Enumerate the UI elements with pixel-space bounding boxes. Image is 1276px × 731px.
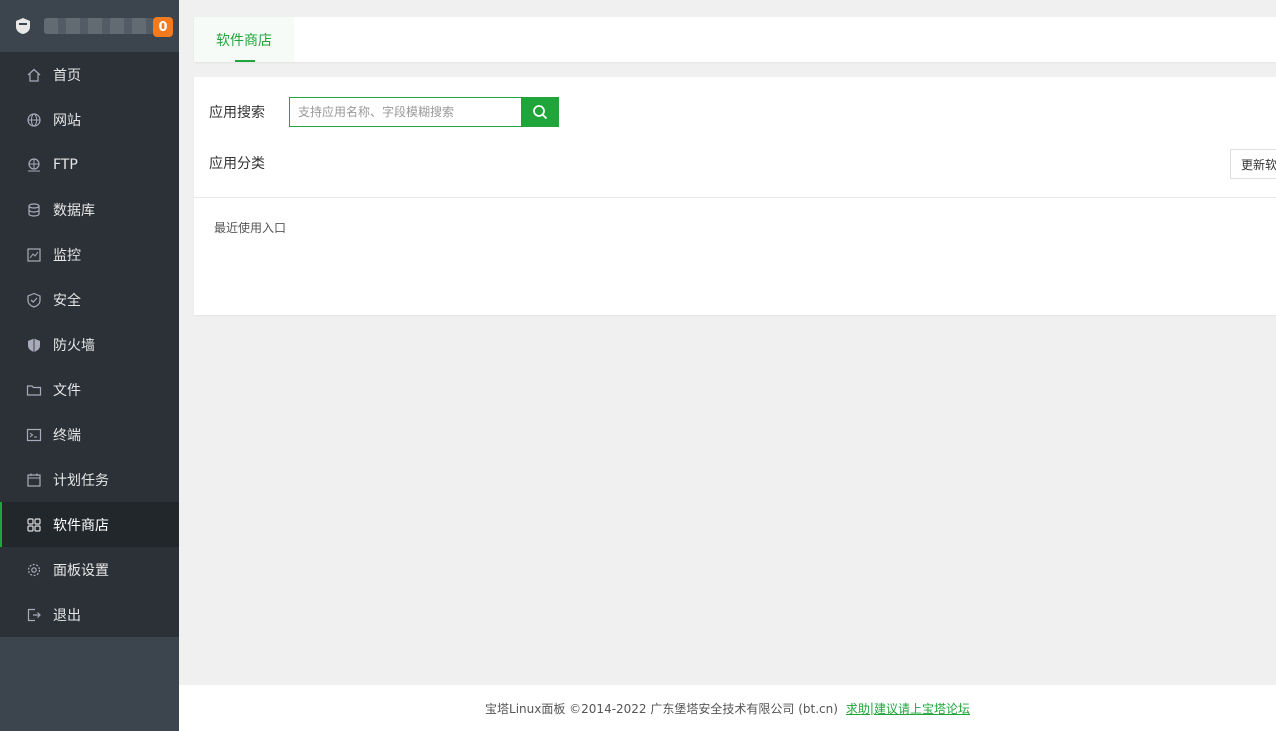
- search-row: 应用搜索: [209, 97, 559, 127]
- footer-forum-link[interactable]: 建议请上宝塔论坛: [874, 700, 970, 717]
- brand-header: 0: [0, 0, 179, 52]
- sidebar-item-label: 安全: [53, 292, 81, 309]
- sidebar-item-app-store[interactable]: 软件商店: [0, 502, 179, 547]
- sidebar-item-firewall[interactable]: 防火墙: [0, 322, 179, 367]
- home-icon: [25, 66, 43, 84]
- database-icon: [25, 201, 43, 219]
- sidebar-item-label: 网站: [53, 112, 81, 129]
- sidebar-item-settings[interactable]: 面板设置: [0, 547, 179, 592]
- notification-badge[interactable]: 0: [153, 17, 173, 37]
- grid-icon: [25, 516, 43, 534]
- sidebar: 0 首页 网站 FTP 数据库 监控 安全 防火墙 文件 终端 计划任务 软件商…: [0, 0, 179, 731]
- footer: 宝塔Linux面板 ©2014-2022 广东堡塔安全技术有限公司 (bt.cn…: [179, 685, 1276, 731]
- divider: [194, 197, 1276, 198]
- sidebar-item-logout[interactable]: 退出: [0, 592, 179, 637]
- sidebar-item-security[interactable]: 安全: [0, 277, 179, 322]
- footer-help-link[interactable]: 求助: [846, 700, 870, 717]
- search-input[interactable]: [289, 97, 521, 127]
- logout-icon: [25, 606, 43, 624]
- globe-icon: [25, 111, 43, 129]
- recent-entries-label: 最近使用入口: [214, 221, 287, 235]
- sidebar-item-label: 监控: [53, 247, 81, 264]
- search-button[interactable]: [521, 97, 559, 127]
- terminal-icon: [25, 426, 43, 444]
- folder-icon: [25, 381, 43, 399]
- server-name-masked: [44, 18, 154, 34]
- sidebar-item-cron[interactable]: 计划任务: [0, 457, 179, 502]
- firewall-icon: [25, 336, 43, 354]
- footer-copyright: 宝塔Linux面板 ©2014-2022 广东堡塔安全技术有限公司 (bt.cn…: [485, 701, 838, 716]
- category-label: 应用分类: [209, 156, 265, 172]
- sidebar-item-ftp[interactable]: FTP: [0, 142, 179, 187]
- app-window: 0 首页 网站 FTP 数据库 监控 安全 防火墙 文件 终端 计划任务 软件商…: [0, 0, 1276, 731]
- ftp-icon: [25, 156, 43, 174]
- tab-app-store[interactable]: 软件商店: [194, 17, 294, 62]
- calendar-icon: [25, 471, 43, 489]
- sidebar-item-files[interactable]: 文件: [0, 367, 179, 412]
- tab-bar: 软件商店: [194, 17, 1276, 62]
- sidebar-item-home[interactable]: 首页: [0, 52, 179, 97]
- sidebar-item-label: FTP: [53, 156, 78, 173]
- sidebar-menu: 首页 网站 FTP 数据库 监控 安全 防火墙 文件 终端 计划任务 软件商店 …: [0, 52, 179, 637]
- sidebar-item-monitor[interactable]: 监控: [0, 232, 179, 277]
- gear-icon: [25, 561, 43, 579]
- tab-active-indicator: [235, 60, 255, 62]
- search-icon: [533, 105, 548, 120]
- main-content: 软件商店 应用搜索 应用分类 更新软 最近使用入口 宝塔Linux面板 ©201…: [179, 0, 1276, 731]
- sidebar-item-label: 面板设置: [53, 562, 109, 579]
- sidebar-item-terminal[interactable]: 终端: [0, 412, 179, 457]
- sidebar-item-label: 计划任务: [53, 472, 109, 489]
- sidebar-item-label: 防火墙: [53, 337, 95, 354]
- sidebar-item-label: 软件商店: [53, 517, 109, 534]
- search-label: 应用搜索: [209, 105, 265, 121]
- sidebar-item-label: 退出: [53, 607, 81, 624]
- shield-check-icon: [25, 291, 43, 309]
- sidebar-item-label: 终端: [53, 427, 81, 444]
- monitor-icon: [25, 246, 43, 264]
- sidebar-item-label: 文件: [53, 382, 81, 399]
- tab-label: 软件商店: [216, 32, 272, 49]
- sidebar-item-database[interactable]: 数据库: [0, 187, 179, 232]
- sidebar-item-label: 数据库: [53, 202, 95, 219]
- sidebar-item-label: 首页: [53, 67, 81, 84]
- logo-icon: [16, 18, 30, 34]
- sidebar-item-website[interactable]: 网站: [0, 97, 179, 142]
- update-software-list-button[interactable]: 更新软: [1230, 149, 1276, 179]
- app-store-panel: 应用搜索 应用分类 更新软 最近使用入口: [194, 77, 1276, 315]
